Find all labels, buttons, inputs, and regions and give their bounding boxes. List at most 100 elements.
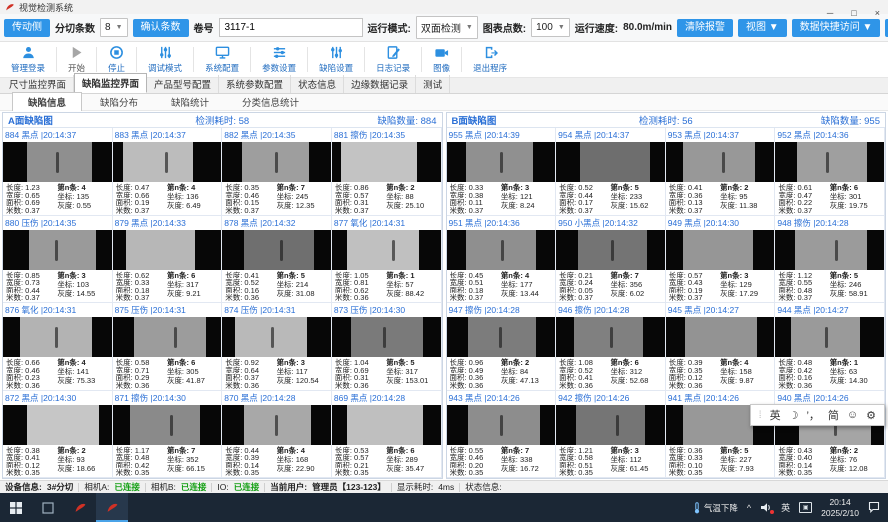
defect-cell[interactable]: 945 黑点 |20:14:27长度: 0.39宽度: 0.35面积: 0.12… [666,303,776,391]
ime-simplified-mode[interactable]: 简 [828,407,839,423]
defect-cell[interactable]: 948 擦伤 |20:14:28长度: 1.12宽度: 0.55面积: 0.48… [775,216,885,304]
taskbar-app-icon-active[interactable] [96,493,128,522]
moon-icon[interactable]: ☽ [789,409,799,422]
defect-cell[interactable]: 876 氧化 |20:14:31长度: 0.66宽度: 0.46面积: 0.23… [3,303,113,391]
sub-tab[interactable]: 分类信息统计 [227,93,314,111]
language-indicator[interactable]: 英 [781,501,790,514]
defect-cell[interactable]: 949 黑点 |20:14:30长度: 0.57宽度: 0.43面积: 0.19… [666,216,776,304]
defect-cell[interactable]: 946 擦伤 |20:14:28长度: 1.08宽度: 0.52面积: 0.41… [556,303,666,391]
weather-widget[interactable]: 气温下降 [693,502,738,514]
clear-alarm-button[interactable]: 清除报警 [677,19,733,37]
meta-strip-number: 第n条: 6 [386,446,437,455]
status-divider [145,483,146,492]
gear-icon[interactable]: ⚙ [866,409,876,422]
ime-english-mode[interactable]: 英 [770,407,781,423]
main-tab[interactable]: 缺陷监控界面 [74,73,147,93]
meta-meter: 米数: 0.36 [559,381,610,389]
defect-cell[interactable]: 881 擦伤 |20:14:35长度: 0.86宽度: 0.57面积: 0.31… [332,128,442,216]
defect-cell[interactable]: 944 黑点 |20:14:27长度: 0.48宽度: 0.42面积: 0.16… [775,303,885,391]
run-mode-select[interactable]: 双面检测 ▼ [416,16,478,39]
meta-area: 面积: 0.42 [116,461,167,469]
defect-cell[interactable]: 871 擦伤 |20:14:30长度: 1.17宽度: 0.48面积: 0.42… [113,391,223,479]
strip-count-select[interactable]: 8 ▼ [100,18,128,37]
view-menu-button[interactable]: 视图 ▼ [738,19,787,37]
maximize-button[interactable]: □ [851,9,856,18]
toolbar-button-tune-v[interactable]: 调试模式 [137,42,193,77]
defect-cell[interactable]: 873 压伤 |20:14:30长度: 1.04宽度: 0.69面积: 0.31… [332,303,442,391]
notification-center-icon[interactable] [868,501,880,515]
ime-punctuation-mode[interactable]: ’， [806,407,819,423]
defect-cell[interactable]: 943 黑点 |20:14:26长度: 0.55宽度: 0.46面积: 0.20… [447,391,557,479]
meta-area: 面积: 0.69 [6,198,57,206]
main-tab[interactable]: 系统参数配置 [219,75,291,93]
main-tab[interactable]: 尺寸监控界面 [2,75,74,93]
defect-cell[interactable]: 947 擦伤 |20:14:28长度: 0.96宽度: 0.49面积: 0.36… [447,303,557,391]
taskbar-app-icon[interactable] [64,493,96,522]
defect-cell[interactable]: 878 黑点 |20:14:32长度: 0.41宽度: 0.52面积: 0.16… [222,216,332,304]
sub-tab[interactable]: 缺陷统计 [156,93,224,111]
defect-cell[interactable]: 882 黑点 |20:14:35长度: 0.35宽度: 0.46面积: 0.15… [222,128,332,216]
main-tab[interactable]: 产品型号配置 [147,75,219,93]
defect-cell[interactable]: 951 黑点 |20:14:36长度: 0.45宽度: 0.51面积: 0.18… [447,216,557,304]
defect-cell[interactable]: 872 黑点 |20:14:30长度: 0.38宽度: 0.41面积: 0.12… [3,391,113,479]
defect-cell[interactable]: 883 黑点 |20:14:37长度: 0.47宽度: 0.66面积: 0.19… [113,128,223,216]
defect-cell[interactable]: 880 压伤 |20:14:35长度: 0.85宽度: 0.73面积: 0.44… [3,216,113,304]
meta-width: 宽度: 0.58 [559,453,610,461]
defect-cell[interactable]: 953 黑点 |20:14:37长度: 0.41宽度: 0.36面积: 0.13… [666,128,776,216]
main-tab[interactable]: 边缘数据记录 [344,75,416,93]
meta-right-column: 第n条: 7坐标: 245灰度: 12.35 [277,183,328,214]
toolbar-button-camera[interactable]: 图像 [422,42,461,77]
cell-header: 951 黑点 |20:14:36 [447,216,556,229]
minimize-button[interactable]: ─ [827,9,833,18]
main-tab[interactable]: 测试 [416,75,450,93]
meta-left-column: 长度: 0.39宽度: 0.35面积: 0.12米数: 0.36 [669,358,720,389]
defect-thumbnail [775,142,884,182]
ime-tray-icon[interactable]: ▣ [799,502,812,513]
toolbar-button-sliders-h[interactable]: 参数设置 [251,42,307,77]
toolbar-button-play[interactable]: 开始 [57,42,96,77]
defect-cell[interactable]: 877 氧化 |20:14:31长度: 1.05宽度: 0.81面积: 0.62… [332,216,442,304]
defect-mark [610,327,613,348]
defect-cell[interactable]: 954 黑点 |20:14:37长度: 0.52宽度: 0.44面积: 0.17… [556,128,666,216]
roll-number-input[interactable] [219,18,363,37]
defect-cell[interactable]: 869 黑点 |20:14:28长度: 0.53宽度: 0.57面积: 0.21… [332,391,442,479]
defect-cell[interactable]: 942 擦伤 |20:14:26长度: 1.21宽度: 0.58面积: 0.51… [556,391,666,479]
meta-strip-number: 第n条: 2 [501,358,552,367]
toolbar-button-stop[interactable]: 停止 [97,42,136,77]
taskbar-clock[interactable]: 20:14 2025/2/10 [821,497,859,518]
tray-expand-icon[interactable]: ^ [747,503,751,513]
task-view-icon[interactable] [32,493,64,522]
toolbar-button-sliders-v[interactable]: 缺陷设置 [308,42,364,77]
defect-mark [275,152,278,173]
meta-right-column: 第n条: 6坐标: 301灰度: 19.75 [830,183,881,214]
start-button[interactable] [0,493,32,522]
defect-cell[interactable]: 879 黑点 |20:14:33长度: 0.62宽度: 0.33面积: 0.18… [113,216,223,304]
confirm-strips-button[interactable]: 确认条数 [133,19,189,37]
defect-cell[interactable]: 952 黑点 |20:14:36长度: 0.61宽度: 0.47面积: 0.22… [775,128,885,216]
meta-length: 长度: 0.52 [559,183,610,191]
defect-cell[interactable]: 955 黑点 |20:14:39长度: 0.33宽度: 0.38面积: 0.11… [447,128,557,216]
image-black-band-left [447,317,469,357]
defect-mark [165,152,168,173]
toolbar-button-user[interactable]: 管理登录 [0,42,56,77]
defect-cell[interactable]: 870 黑点 |20:14:28长度: 0.44宽度: 0.39面积: 0.14… [222,391,332,479]
sub-tab[interactable]: 缺陷分布 [85,93,153,111]
status-value: 已连接 [234,481,260,493]
toolbar-button-log[interactable]: 日志记录 [365,42,421,77]
smiley-icon[interactable]: ☺ [847,409,858,421]
drive-side-button[interactable]: 传动侧 [4,19,50,37]
toolbar-button-monitor[interactable]: 系统配置 [194,42,250,77]
main-tab[interactable]: 状态信息 [291,75,344,93]
defect-cell[interactable]: 950 小黑点 |20:14:32长度: 0.21宽度: 0.24面积: 0.0… [556,216,666,304]
defect-cell[interactable]: 874 压伤 |20:14:31长度: 0.92宽度: 0.64面积: 0.37… [222,303,332,391]
defect-thumbnail [447,230,556,270]
data-shortcut-menu-button[interactable]: 数据快捷访问 ▼ [792,19,881,37]
defect-cell[interactable]: 884 黑点 |20:14:37长度: 1.23宽度: 0.65面积: 0.69… [3,128,113,216]
speaker-icon[interactable] [760,502,772,513]
close-button[interactable]: × [875,9,880,18]
meta-coordinate: 坐标: 245 [277,192,328,201]
chart-points-select[interactable]: 100 ▼ [531,18,570,37]
toolbar-button-exit[interactable]: 退出程序 [462,42,518,77]
sub-tab[interactable]: 缺陷信息 [12,92,82,112]
defect-cell[interactable]: 875 压伤 |20:14:31长度: 0.58宽度: 0.71面积: 0.29… [113,303,223,391]
